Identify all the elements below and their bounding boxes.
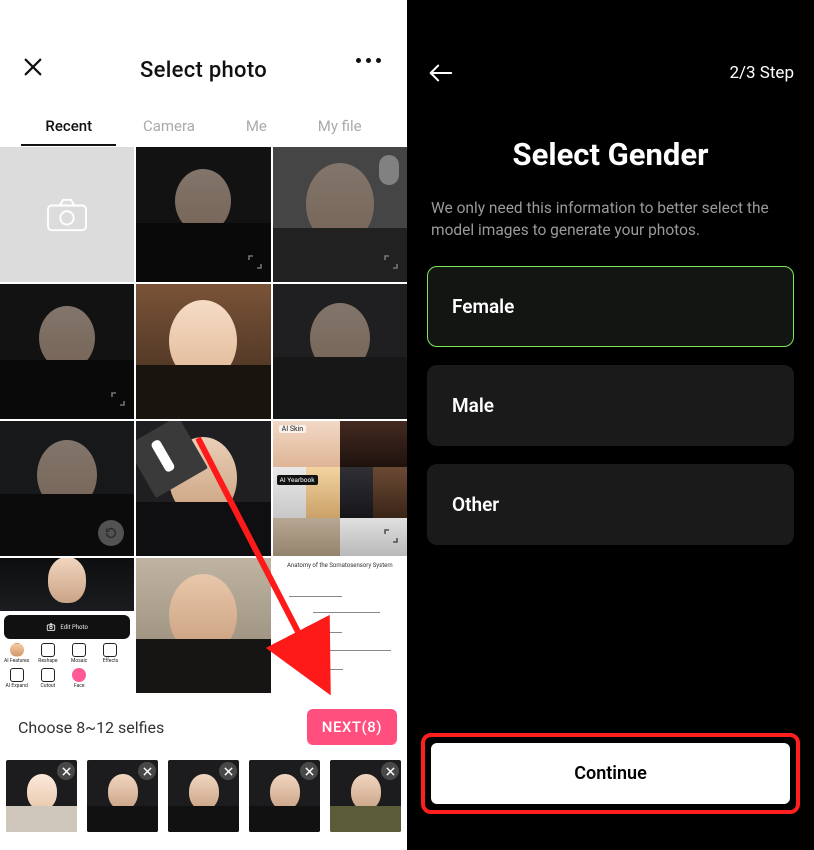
remove-icon[interactable] bbox=[219, 762, 237, 780]
back-icon[interactable] bbox=[427, 61, 453, 85]
expand-icon bbox=[383, 528, 399, 548]
tool-label: Reshape bbox=[38, 658, 57, 664]
diagram-title: Anatomy of the Somatosensory System bbox=[273, 562, 407, 572]
selected-thumb[interactable] bbox=[6, 760, 77, 832]
tab-recent[interactable]: Recent bbox=[41, 109, 96, 143]
selected-thumb[interactable] bbox=[168, 760, 239, 832]
tool-label: AI Expand bbox=[5, 683, 27, 689]
photo-tile[interactable] bbox=[273, 147, 407, 282]
refresh-icon[interactable] bbox=[98, 520, 124, 546]
more-icon[interactable] bbox=[356, 58, 381, 63]
step-indicator: 2/3 Step bbox=[729, 63, 794, 83]
tab-me[interactable]: Me bbox=[242, 109, 271, 143]
editor-bar-label: Edit Photo bbox=[60, 624, 88, 631]
photo-tile-editor[interactable]: Edit Photo AI Features Reshape Mosaic Ef… bbox=[0, 558, 134, 693]
gender-title: Select Gender bbox=[427, 136, 794, 173]
close-icon[interactable] bbox=[22, 56, 44, 78]
photo-tile[interactable] bbox=[136, 558, 270, 693]
tab-camera[interactable]: Camera bbox=[139, 109, 199, 143]
photo-tile[interactable] bbox=[136, 284, 270, 419]
next-button[interactable]: NEXT(8) bbox=[307, 709, 397, 745]
remove-icon[interactable] bbox=[57, 762, 75, 780]
selected-thumb[interactable] bbox=[87, 760, 158, 832]
continue-button[interactable]: Continue bbox=[431, 743, 790, 804]
tool-label: Mosaic bbox=[71, 658, 87, 664]
photo-tile[interactable] bbox=[273, 284, 407, 419]
gender-select-screen: 2/3 Step Select Gender We only need this… bbox=[407, 0, 814, 850]
selected-strip bbox=[0, 750, 407, 850]
photo-picker-header: Select photo bbox=[0, 0, 407, 105]
expand-icon bbox=[247, 254, 263, 274]
photo-tile-collage[interactable]: AI Skin AI Yearbook bbox=[273, 421, 407, 556]
selection-hint: Choose 8~12 selfies bbox=[18, 718, 164, 737]
page-title: Select photo bbox=[140, 58, 267, 83]
scroll-handle-icon bbox=[379, 155, 399, 185]
gender-option-male[interactable]: Male bbox=[427, 365, 794, 446]
continue-highlight: Continue bbox=[421, 733, 800, 814]
collage-top-label: AI Skin bbox=[279, 425, 306, 433]
photo-grid: AI Skin AI Yearbook Edit Photo bbox=[0, 147, 407, 704]
gender-subtitle: We only need this information to better … bbox=[427, 197, 794, 242]
gender-option-other[interactable]: Other bbox=[427, 464, 794, 545]
gender-options: Female Male Other bbox=[427, 266, 794, 545]
collage-mid-label: AI Yearbook bbox=[277, 475, 318, 485]
gender-header: 2/3 Step bbox=[427, 0, 794, 110]
remove-icon[interactable] bbox=[300, 762, 318, 780]
selected-thumb[interactable] bbox=[249, 760, 320, 832]
tool-label: AI Features bbox=[4, 658, 29, 664]
expand-icon bbox=[110, 391, 126, 411]
camera-tile[interactable] bbox=[0, 147, 134, 282]
expand-icon bbox=[383, 254, 399, 274]
tool-label: Effects bbox=[103, 658, 119, 664]
photo-tile[interactable] bbox=[0, 284, 134, 419]
selected-thumb[interactable] bbox=[330, 760, 401, 832]
picker-footer: Choose 8~12 selfies NEXT(8) bbox=[0, 704, 407, 750]
photo-tile-selected[interactable] bbox=[136, 421, 270, 556]
tool-label: Face bbox=[74, 683, 85, 689]
source-tabs: Recent Camera Me My file bbox=[0, 105, 407, 147]
tab-myfile[interactable]: My file bbox=[314, 109, 366, 143]
photo-tile[interactable] bbox=[136, 147, 270, 282]
photo-tile[interactable] bbox=[0, 421, 134, 556]
photo-tile-diagram[interactable]: Anatomy of the Somatosensory System bbox=[273, 558, 407, 693]
photo-picker-screen: Select photo Recent Camera Me My file bbox=[0, 0, 407, 850]
tool-label: Cutout bbox=[40, 683, 55, 689]
gender-option-female[interactable]: Female bbox=[427, 266, 794, 347]
remove-icon[interactable] bbox=[138, 762, 156, 780]
remove-icon[interactable] bbox=[381, 762, 399, 780]
